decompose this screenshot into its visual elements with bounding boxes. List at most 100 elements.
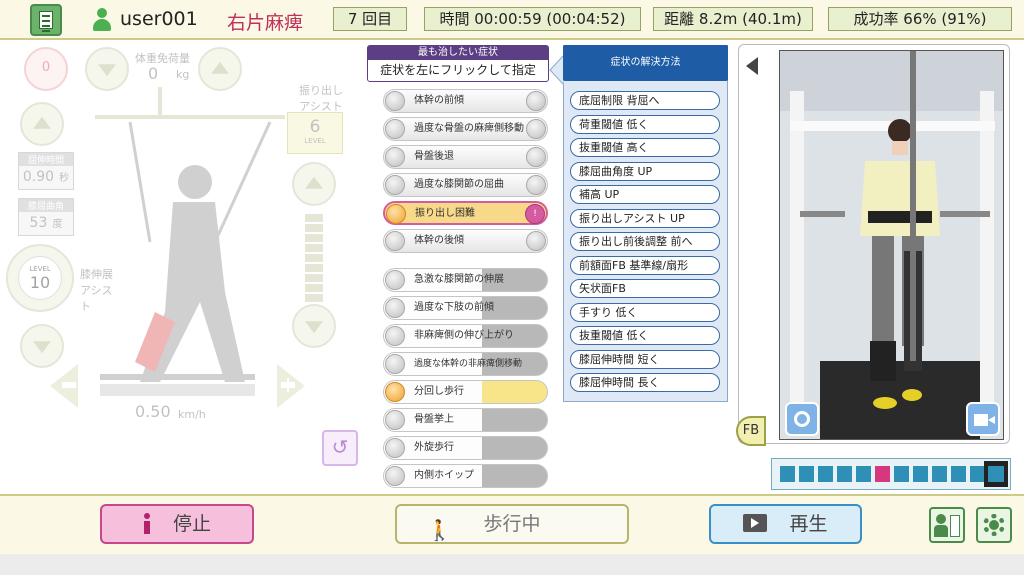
- flex-angle-value: 53: [29, 215, 48, 231]
- flex-angle-label: 膝屈曲角: [19, 199, 73, 212]
- condition-label: 右片麻痺: [227, 12, 304, 34]
- timeline-segment[interactable]: [932, 466, 947, 482]
- symptom-item[interactable]: 過度な骨盤の麻痺側移動: [383, 117, 548, 141]
- walking-button[interactable]: 🚶 歩行中: [395, 504, 629, 544]
- timeline-segment[interactable]: [951, 466, 966, 482]
- solution-item[interactable]: 前額面FB 基準線/扇形: [570, 256, 720, 275]
- camera-view-icon[interactable]: [785, 402, 819, 436]
- flex-time-box: 屈伸時間 0.90 秒: [18, 152, 74, 190]
- body-weight-unit: kg: [176, 68, 190, 81]
- body-weight-label: 体重免荷量: [135, 52, 190, 65]
- swing-up-button[interactable]: [292, 162, 336, 206]
- flex-time-label: 屈伸時間: [19, 153, 73, 166]
- swing-down-button[interactable]: [292, 304, 336, 348]
- symptom-label: 内側ホイップ: [414, 470, 474, 481]
- solution-item[interactable]: 膝屈伸時間 長く: [570, 373, 720, 392]
- play-label: 再生: [789, 513, 828, 535]
- symptom-item[interactable]: 骨盤後退: [383, 145, 548, 169]
- swing-level-box: 6 LEVEL: [287, 112, 343, 154]
- settings-panel: 0 体重免荷量 0 kg 振り出し アシスト 6 LEVEL 屈伸時間 0.90…: [0, 42, 365, 492]
- solution-item[interactable]: 底屈制限 背屈へ: [570, 91, 720, 110]
- symptom-label: 骨盤挙上: [414, 414, 454, 425]
- symptom-header-sub: 症状を左にフリックして指定: [380, 63, 536, 77]
- fb-button[interactable]: FB: [736, 416, 766, 446]
- solution-item[interactable]: 膝屈伸時間 短く: [570, 350, 720, 369]
- stop-label: 停止: [172, 513, 211, 535]
- camera-switch-icon[interactable]: [966, 402, 1000, 436]
- swing-level-word: LEVEL: [304, 137, 326, 145]
- flex-up-button[interactable]: [20, 102, 64, 146]
- symptom-label: 分回し歩行: [414, 386, 464, 397]
- symptom-label: 過度な膝関節の屈曲: [414, 179, 504, 190]
- swing-level-value: 6: [309, 117, 321, 137]
- symptom-label: 過度な骨盤の麻痺側移動: [414, 123, 524, 134]
- symptom-item[interactable]: 体幹の前傾: [383, 89, 548, 113]
- video-timeline[interactable]: [771, 458, 1011, 490]
- symptom-item[interactable]: 外旋歩行: [383, 436, 548, 460]
- timeline-segment[interactable]: [894, 466, 909, 482]
- timeline-segment[interactable]: [837, 466, 852, 482]
- symptom-item[interactable]: 過度な下肢の前傾: [383, 296, 548, 320]
- symptom-label: 急激な膝関節の伸展: [414, 274, 504, 285]
- load-badge-value: 0: [41, 60, 51, 75]
- body-figure-icon: [95, 87, 285, 382]
- flex-down-button[interactable]: [20, 324, 64, 368]
- film-icon: [743, 514, 768, 532]
- gait-trainer-image: [780, 51, 1003, 439]
- symptom-item[interactable]: 内側ホイップ: [383, 464, 548, 488]
- symptom-item[interactable]: 体幹の後傾: [383, 229, 548, 253]
- symptom-item[interactable]: 骨盤挙上: [383, 408, 548, 432]
- menu-icon[interactable]: [30, 4, 62, 36]
- load-reset-button[interactable]: 0: [24, 47, 68, 91]
- timeline-segment-active[interactable]: [875, 466, 890, 482]
- solution-header: 症状の解決方法: [563, 45, 728, 81]
- symptom-label: 体幹の後傾: [414, 235, 464, 246]
- patient-info-icon[interactable]: [929, 507, 965, 543]
- timeline-segment[interactable]: [913, 466, 928, 482]
- solution-item[interactable]: 補高 UP: [570, 185, 720, 204]
- symptom-item[interactable]: 過度な体幹の非麻痺側移動: [383, 352, 548, 376]
- timeline-segment[interactable]: [780, 466, 795, 482]
- symptom-item-selected[interactable]: 振り出し困難!: [383, 201, 548, 225]
- undo-icon[interactable]: ↺: [322, 430, 358, 466]
- solution-item[interactable]: 抜重閾値 低く: [570, 326, 720, 345]
- swing-assist-label: 振り出し アシスト: [299, 84, 343, 113]
- solution-item[interactable]: 手すり 低く: [570, 303, 720, 322]
- stop-button[interactable]: 停止: [100, 504, 254, 544]
- settings-gear-icon[interactable]: [976, 507, 1012, 543]
- time-display: 時間 00:00:59 (00:04:52): [424, 7, 641, 31]
- flex-angle-unit: 度: [52, 219, 63, 230]
- symptom-label: 外旋歩行: [414, 442, 454, 453]
- solution-item[interactable]: 抜重閾値 高く: [570, 138, 720, 157]
- symptom-header: 最も治したい症状 症状を左にフリックして指定: [367, 45, 549, 82]
- timeline-segment[interactable]: [856, 466, 871, 482]
- solution-item[interactable]: 振り出し前後調整 前へ: [570, 232, 720, 251]
- symptom-item[interactable]: 分回し歩行: [383, 380, 548, 404]
- timeline-segment[interactable]: [818, 466, 833, 482]
- distance-display: 距離 8.2m (40.1m): [653, 7, 813, 31]
- solution-item[interactable]: 矢状面FB: [570, 279, 720, 298]
- knee-level-dial[interactable]: LEVEL 10: [6, 244, 74, 312]
- pointer-icon: [549, 55, 564, 85]
- symptom-item[interactable]: 急激な膝関節の伸展: [383, 268, 548, 292]
- play-button[interactable]: 再生: [709, 504, 862, 544]
- walking-label: 歩行中: [483, 513, 541, 535]
- flex-angle-box: 膝屈曲角 53 度: [18, 198, 74, 236]
- speed-unit: km/h: [178, 408, 206, 421]
- solution-item[interactable]: 膝屈曲角度 UP: [570, 162, 720, 181]
- solution-item[interactable]: 荷重閾値 低く: [570, 115, 720, 134]
- knee-level-word: LEVEL: [29, 265, 51, 273]
- symptom-label: 体幹の前傾: [414, 95, 464, 106]
- knee-level-value: 10: [29, 273, 51, 292]
- film-frame-icon: [984, 461, 1008, 487]
- symptom-label: 振り出し困難: [415, 208, 475, 219]
- timeline-segment[interactable]: [970, 466, 985, 482]
- session-count: 7 回目: [333, 7, 407, 31]
- solution-item[interactable]: 振り出しアシスト UP: [570, 209, 720, 228]
- swing-level-meter: [305, 214, 323, 304]
- collapse-arrow-icon[interactable]: [738, 55, 774, 77]
- symptom-item[interactable]: 非麻痺側の伸び上がり: [383, 324, 548, 348]
- symptom-header-title: 最も治したい症状: [368, 46, 548, 60]
- symptom-item[interactable]: 過度な膝関節の屈曲: [383, 173, 548, 197]
- timeline-segment[interactable]: [799, 466, 814, 482]
